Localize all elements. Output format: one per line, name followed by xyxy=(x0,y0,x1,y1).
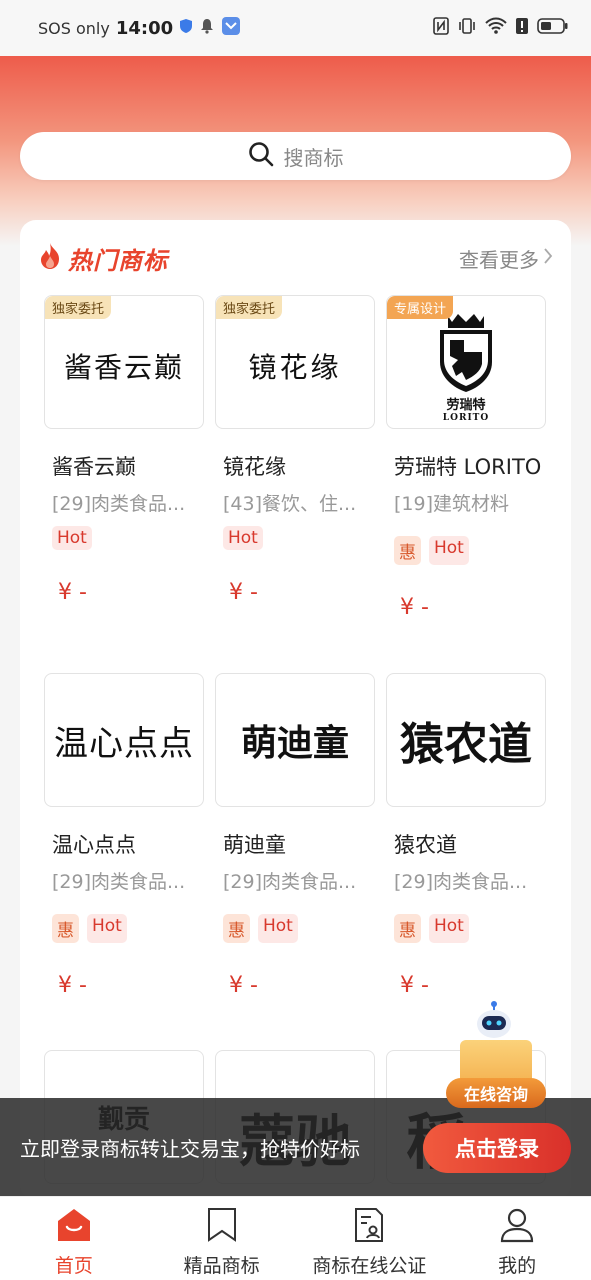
logo-subtext: LORITO xyxy=(442,412,490,423)
nav-home-label: 首页 xyxy=(54,1255,93,1277)
hot-badge: Hot xyxy=(223,526,263,550)
nav-notary-label: 商标在线公证 xyxy=(312,1255,427,1277)
trademark-card[interactable]: 温心点点 温心点点 [29]肉类食品... 惠 Hot ¥ - xyxy=(44,673,204,998)
logo-text: 劳瑞特 xyxy=(446,397,486,413)
trademark-name: 劳瑞特 LORITO xyxy=(394,455,542,479)
hot-badge: Hot xyxy=(87,914,127,943)
trademark-name: 温心点点 xyxy=(52,833,136,857)
hot-badge: Hot xyxy=(429,914,469,943)
discount-badge: 惠 xyxy=(223,914,250,943)
trademark-category: [29]肉类食品... xyxy=(394,871,528,893)
trademark-price: ¥ - xyxy=(58,973,87,998)
trademark-category: [19]建筑材料 xyxy=(394,493,510,515)
trademark-price: ¥ - xyxy=(400,595,429,620)
hot-badge: Hot xyxy=(52,526,92,550)
discount-badge: 惠 xyxy=(52,914,79,943)
nfc-icon xyxy=(433,17,449,39)
exclusive-tag: 独家委托 xyxy=(45,296,112,319)
alert-icon xyxy=(515,17,529,39)
discount-badge: 惠 xyxy=(394,536,421,565)
trademark-logo: 猿农道 xyxy=(386,673,546,807)
trademark-logo: 独家委托 酱香云巅 xyxy=(44,295,204,429)
see-more-label: 查看更多 xyxy=(459,247,539,272)
vibrate-icon xyxy=(457,17,477,39)
trademark-category: [29]肉类食品... xyxy=(52,493,186,515)
logo-text: 镜花缘 xyxy=(248,351,342,384)
trademark-price: ¥ - xyxy=(400,973,429,998)
clock: 14:00 xyxy=(115,17,174,39)
trademark-card[interactable]: 萌迪童 萌迪童 [29]肉类食品... 惠 Hot ¥ - xyxy=(215,673,375,998)
trademark-logo: 独家委托 镜花缘 xyxy=(215,295,375,429)
trademark-name: 猿农道 xyxy=(394,833,457,857)
hot-badge: Hot xyxy=(429,536,469,565)
bell-icon xyxy=(199,18,215,38)
crest-logo-icon xyxy=(434,312,498,396)
app-notification-icon xyxy=(221,16,241,40)
nav-profile-label: 我的 xyxy=(498,1255,537,1277)
trademark-card[interactable]: 独家委托 酱香云巅 酱香云巅 [29]肉类食品... Hot ¥ - xyxy=(44,295,204,605)
trademark-category: [43]餐饮、住... xyxy=(223,493,357,515)
home-icon xyxy=(54,1207,94,1247)
trademark-card[interactable]: 独家委托 镜花缘 镜花缘 [43]餐饮、住... Hot ¥ - xyxy=(215,295,375,605)
see-more-link[interactable]: 查看更多 xyxy=(459,244,553,273)
search-icon xyxy=(248,141,274,171)
online-consult-button[interactable]: 在线咨询 xyxy=(442,1000,552,1118)
logo-text: 酱香云巅 xyxy=(63,351,184,384)
shield-icon xyxy=(179,18,193,38)
trademark-card[interactable]: 专属设计 劳瑞特 LORITO 劳瑞特 LORITO [19]建筑材料 惠 Ho… xyxy=(386,295,546,620)
trademark-price: ¥ - xyxy=(229,580,258,605)
hot-badge: Hot xyxy=(258,914,298,943)
trademark-name: 萌迪童 xyxy=(223,833,286,857)
nav-premium-label: 精品商标 xyxy=(183,1255,260,1277)
logo-text: 萌迪童 xyxy=(240,723,349,764)
search-placeholder: 搜商标 xyxy=(283,145,344,170)
logo-text: 猿农道 xyxy=(400,719,532,770)
trademark-price: ¥ - xyxy=(58,580,87,605)
bookmark-icon xyxy=(206,1207,238,1247)
section-header: 热门商标 查看更多 xyxy=(38,240,553,276)
trademark-logo: 温心点点 xyxy=(44,673,204,807)
wifi-icon xyxy=(485,17,507,39)
exclusive-tag: 独家委托 xyxy=(216,296,283,319)
bottom-navigation: 首页 精品商标 商标在线公证 我的 xyxy=(0,1196,591,1280)
consult-label: 在线咨询 xyxy=(446,1078,546,1108)
login-prompt: 立即登录商标转让交易宝，抢特价好标 xyxy=(20,1136,360,1161)
trademark-logo: 专属设计 劳瑞特 LORITO xyxy=(386,295,546,429)
search-bar[interactable]: 搜商标 xyxy=(20,132,571,180)
notary-doc-icon xyxy=(353,1207,385,1247)
user-icon xyxy=(499,1207,535,1247)
carrier-label: SOS only xyxy=(38,18,110,38)
nav-home[interactable]: 首页 xyxy=(0,1197,148,1280)
logo-text: 温心点点 xyxy=(54,723,194,764)
nav-online-notary[interactable]: 商标在线公证 xyxy=(296,1197,444,1280)
chevron-right-icon xyxy=(543,246,553,270)
trademark-logo: 萌迪童 xyxy=(215,673,375,807)
trademark-name: 酱香云巅 xyxy=(52,455,136,479)
discount-badge: 惠 xyxy=(394,914,421,943)
trademark-category: [29]肉类食品... xyxy=(52,871,186,893)
trademark-price: ¥ - xyxy=(229,973,258,998)
trademark-name: 镜花缘 xyxy=(223,455,286,479)
section-title: 热门商标 xyxy=(68,246,168,275)
flame-icon xyxy=(38,242,62,274)
design-tag: 专属设计 xyxy=(387,296,454,319)
trademark-category: [29]肉类食品... xyxy=(223,871,357,893)
trademark-card[interactable]: 猿农道 猿农道 [29]肉类食品... 惠 Hot ¥ - xyxy=(386,673,546,998)
battery-icon xyxy=(537,17,569,39)
login-button[interactable]: 点击登录 xyxy=(423,1123,571,1173)
nav-profile[interactable]: 我的 xyxy=(443,1197,591,1280)
nav-premium-trademarks[interactable]: 精品商标 xyxy=(148,1197,296,1280)
status-bar: SOS only 14:00 xyxy=(0,0,591,56)
